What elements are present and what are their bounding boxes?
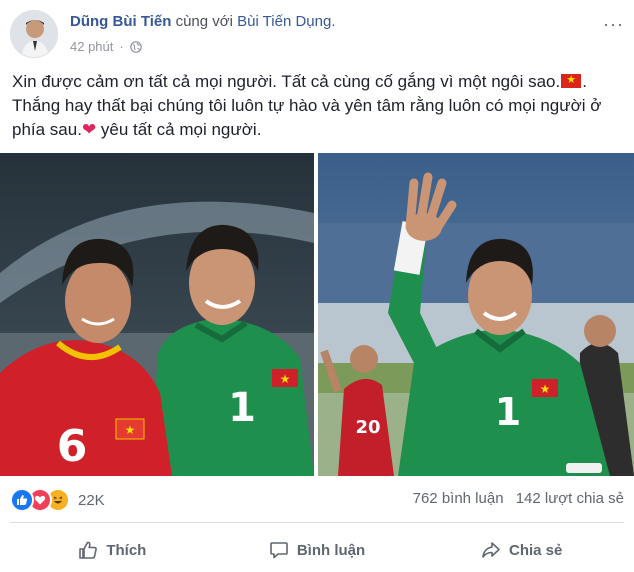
text-line-1-end: . <box>582 72 587 91</box>
post-header: Dũng Bùi Tiến cùng với Bùi Tiến Dụng. 42… <box>10 10 624 60</box>
post-timestamp[interactable]: 42 phút <box>70 38 113 56</box>
photo-goalkeeper-waving[interactable]: 20 ★ 1 <box>318 153 634 476</box>
engagement-counts: 762 bình luận 142 lượt chia sẻ <box>413 490 624 507</box>
text-line-3: phía sau. <box>12 120 82 139</box>
author-line: Dũng Bùi Tiến cùng với Bùi Tiến Dụng. <box>70 12 336 32</box>
text-line-2: Thắng hay thất bại chúng tôi luôn tự hào… <box>12 96 602 115</box>
front-number-6: 6 <box>57 421 88 472</box>
bg-player-number: 20 <box>355 417 380 438</box>
comment-label: Bình luận <box>296 541 366 559</box>
comment-count[interactable]: 762 bình luận <box>413 490 504 507</box>
photo-two-players[interactable]: ★ 1 ★ 6 <box>0 153 314 476</box>
like-reaction-icon <box>10 488 34 512</box>
facebook-post: Dũng Bùi Tiến cùng với Bùi Tiến Dụng. 42… <box>0 0 634 572</box>
reaction-summary[interactable]: 22K <box>10 488 105 512</box>
post-stats: 22K 762 bình luận 142 lượt chia sẻ <box>10 488 624 514</box>
author-avatar[interactable] <box>10 10 58 58</box>
like-button[interactable]: Thích <box>10 530 215 570</box>
share-count[interactable]: 142 lượt chia sẻ <box>516 490 624 507</box>
share-label: Chia sẻ <box>509 541 563 559</box>
share-arrow-icon <box>482 542 500 558</box>
back-number-1: 1 <box>228 385 256 431</box>
globe-icon <box>129 41 142 53</box>
like-label: Thích <box>106 541 147 559</box>
author-name[interactable]: Dũng Bùi Tiến <box>70 13 171 30</box>
post-actions: Thích Bình luận Chia sẻ <box>10 530 624 570</box>
comment-icon <box>270 542 288 559</box>
thumbs-up-icon <box>79 541 98 559</box>
share-button[interactable]: Chia sẻ <box>419 530 624 570</box>
tagged-user[interactable]: Bùi Tiến Dụng. <box>237 13 335 30</box>
text-line-3-end: yêu tất cả mọi người. <box>96 120 262 139</box>
photo-grid: ★ 1 ★ 6 20 ★ 1 <box>0 153 634 476</box>
red-heart-icon: ❤ <box>81 120 97 139</box>
comment-button[interactable]: Bình luận <box>215 530 420 570</box>
more-options-icon[interactable]: ··· <box>603 14 624 35</box>
with-text: cùng với <box>175 13 233 30</box>
vietnam-flag-icon <box>561 73 582 88</box>
divider <box>10 522 624 523</box>
dot-separator: · <box>119 39 124 54</box>
reaction-count: 22K <box>78 491 105 509</box>
post-meta: 42 phút · <box>70 38 142 56</box>
svg-text:★: ★ <box>280 372 291 386</box>
svg-text:★: ★ <box>540 382 551 396</box>
text-line-1: Xin được cảm ơn tất cả mọi người. Tất cả… <box>12 72 561 91</box>
gk-number-1: 1 <box>495 390 521 434</box>
svg-text:★: ★ <box>125 423 136 437</box>
post-message: Xin được cảm ơn tất cả mọi người. Tất cả… <box>12 70 624 142</box>
